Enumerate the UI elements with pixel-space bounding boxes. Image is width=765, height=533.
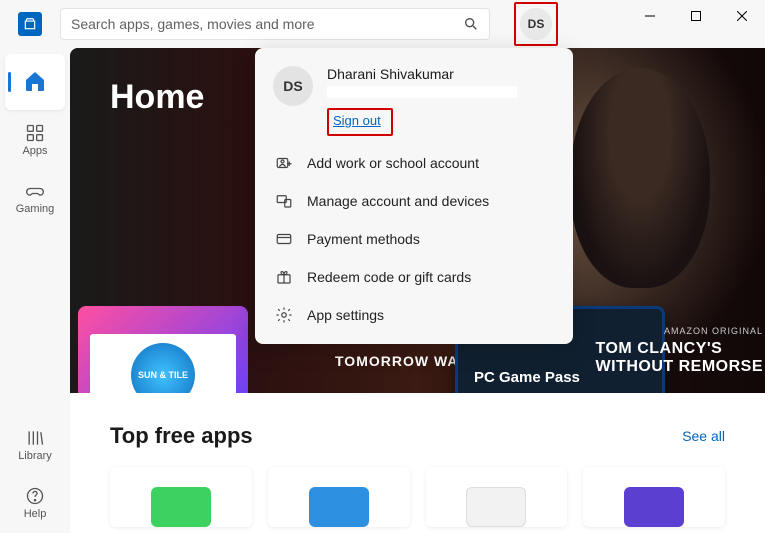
avatar: DS <box>273 66 313 106</box>
promo-badge: SUN & TILE <box>131 343 195 393</box>
flyout-item-add-account[interactable]: Add work or school account <box>255 144 573 182</box>
sidebar-item-apps[interactable]: Apps <box>5 112 65 168</box>
promo-title: TOM CLANCY'SWITHOUT REMORSE <box>596 340 764 376</box>
app-tile[interactable] <box>110 467 252 527</box>
sidebar: Apps Gaming Library Help <box>0 48 70 533</box>
search-icon[interactable] <box>463 16 479 32</box>
search-input[interactable]: Search apps, games, movies and more <box>60 8 490 40</box>
promo-card[interactable]: SUN & TILE <box>78 306 248 393</box>
maximize-button[interactable] <box>673 0 719 32</box>
user-email-redacted <box>327 86 517 98</box>
account-flyout: DS Dharani Shivakumar Sign out Add work … <box>255 48 573 344</box>
app-tile[interactable] <box>268 467 410 527</box>
app-icon <box>151 487 211 527</box>
titlebar: Search apps, games, movies and more DS <box>0 0 765 48</box>
store-app-icon <box>18 12 42 36</box>
sidebar-item-help[interactable]: Help <box>5 475 65 531</box>
sidebar-item-label: Help <box>24 508 47 520</box>
sidebar-item-label: Apps <box>22 145 47 157</box>
flyout-item-manage-account[interactable]: Manage account and devices <box>255 182 573 220</box>
sidebar-item-home[interactable] <box>5 54 65 110</box>
hero-art <box>570 68 710 288</box>
gamepass-title: PC Game Pass <box>474 369 580 386</box>
promo-label: TOMORROW WAR <box>335 353 470 369</box>
section-title: Top free apps <box>110 423 253 449</box>
sidebar-item-label: Library <box>18 450 52 462</box>
see-all-link[interactable]: See all <box>682 428 725 444</box>
app-icon <box>309 487 369 527</box>
app-icon <box>466 487 526 527</box>
sidebar-item-gaming[interactable]: Gaming <box>5 170 65 226</box>
app-icon <box>624 487 684 527</box>
flyout-item-label: Add work or school account <box>307 155 479 171</box>
account-button[interactable]: DS <box>520 8 552 40</box>
flyout-item-redeem[interactable]: Redeem code or gift cards <box>255 258 573 296</box>
flyout-item-label: Redeem code or gift cards <box>307 269 471 285</box>
flyout-item-payment[interactable]: Payment methods <box>255 220 573 258</box>
flyout-item-label: App settings <box>307 307 384 323</box>
flyout-header: DS Dharani Shivakumar Sign out <box>255 48 573 144</box>
sidebar-item-label: Gaming <box>16 203 55 215</box>
search-placeholder: Search apps, games, movies and more <box>71 16 463 32</box>
user-name: Dharani Shivakumar <box>327 66 517 82</box>
top-free-apps-section: Top free apps See all <box>70 393 765 527</box>
flyout-item-label: Manage account and devices <box>307 193 489 209</box>
sign-out-link[interactable]: Sign out <box>333 113 381 128</box>
app-tile[interactable] <box>583 467 725 527</box>
flyout-item-settings[interactable]: App settings <box>255 296 573 334</box>
close-button[interactable] <box>719 0 765 32</box>
minimize-button[interactable] <box>627 0 673 32</box>
app-row <box>110 467 725 527</box>
page-title: Home <box>110 78 204 117</box>
promo-tag: AMAZON ORIGINAL <box>664 326 763 336</box>
app-tile[interactable] <box>426 467 568 527</box>
window-controls <box>627 0 765 32</box>
flyout-item-label: Payment methods <box>307 231 420 247</box>
sidebar-item-library[interactable]: Library <box>5 417 65 473</box>
highlight-box <box>514 2 558 46</box>
highlight-box: Sign out <box>327 108 393 136</box>
